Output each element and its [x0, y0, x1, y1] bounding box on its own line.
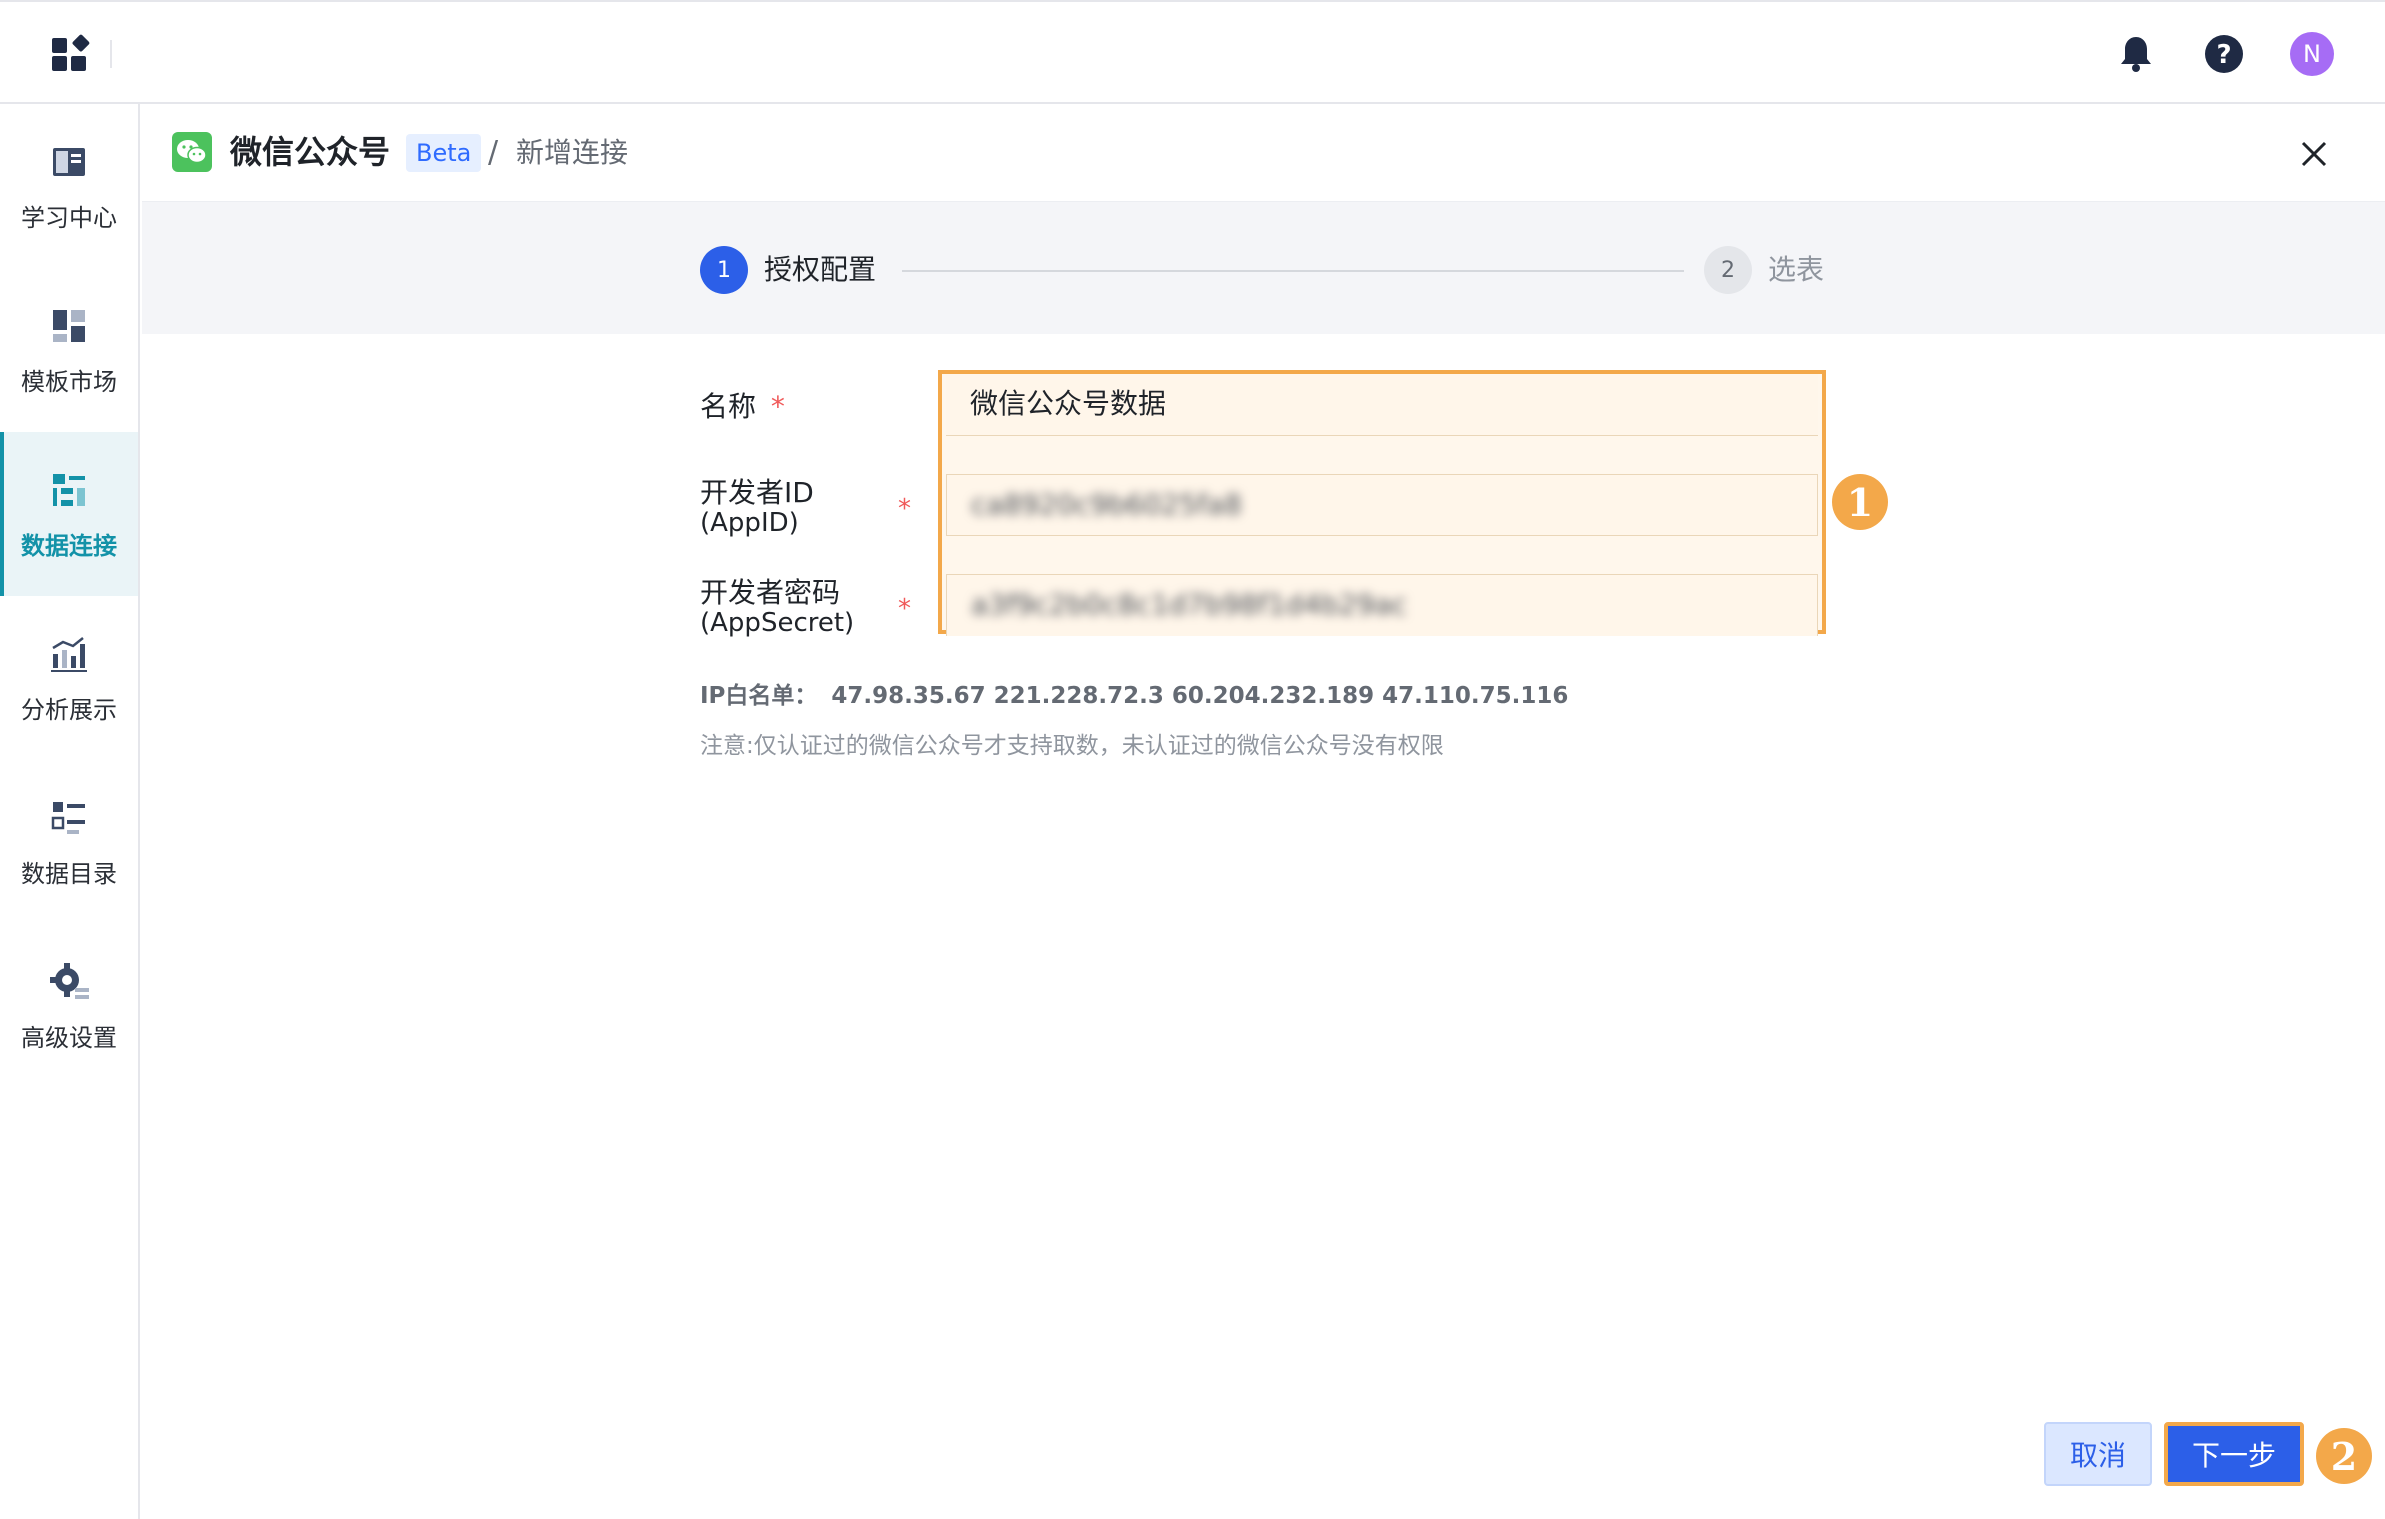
wechat-logo-icon	[172, 132, 212, 172]
avatar-letter: N	[2303, 40, 2321, 68]
sidebar: 学习中心 模板市场 数据连接 分析展示 数据目录 高级设置	[0, 104, 140, 1519]
sidebar-item-learning[interactable]: 学习中心	[0, 104, 138, 268]
annotation-badge-2: 2	[2316, 1428, 2372, 1484]
sidebar-item-label: 学习中心	[21, 203, 117, 232]
topbar-divider	[110, 40, 112, 68]
breadcrumb-current: 新增连接	[516, 136, 629, 169]
secret-label: 开发者密码 (AppSecret)	[700, 576, 855, 639]
secret-label-sub: (AppSecret)	[700, 608, 855, 638]
avatar[interactable]: N	[2290, 32, 2334, 76]
step-number: 1	[717, 257, 731, 283]
next-step-button[interactable]: 下一步	[2164, 1422, 2304, 1486]
credentials-highlight: 微信公众号数据 ca8920c9b6025fa8 a3f9c2b0c8c1d7b…	[938, 370, 1826, 636]
ip-whitelist: IP白名单： 47.98.35.67 221.228.72.3 60.204.23…	[700, 680, 1568, 712]
name-label-text: 名称	[700, 390, 757, 423]
settings-gear-icon	[50, 962, 89, 999]
secret-label-text: 开发者密码	[700, 576, 841, 609]
sidebar-item-label: 分析展示	[21, 695, 117, 724]
beta-badge: Beta	[406, 134, 482, 172]
note-text: 注意:仅认证过的微信公众号才支持取数，未认证过的微信公众号没有权限	[700, 733, 1444, 759]
notifications-button[interactable]	[2112, 30, 2160, 78]
step-1-indicator: 1	[700, 246, 748, 294]
sidebar-item-label: 模板市场	[21, 367, 117, 396]
catalog-icon	[51, 801, 85, 834]
top-bar: ? N	[0, 0, 2385, 104]
bell-icon	[2121, 37, 2151, 72]
step-number: 2	[1721, 257, 1735, 283]
sidebar-item-label: 数据连接	[21, 531, 117, 560]
sidebar-item-label: 高级设置	[21, 1023, 117, 1052]
sidebar-item-settings[interactable]: 高级设置	[0, 924, 138, 1088]
svg-text:?: ?	[2216, 40, 2231, 70]
name-input[interactable]: 微信公众号数据	[946, 374, 1818, 436]
appsecret-input[interactable]: a3f9c2b0c8c1d7b98f1d4b29ac	[946, 574, 1818, 636]
sidebar-item-data-connect[interactable]: 数据连接	[0, 432, 138, 596]
step-2-indicator: 2	[1704, 246, 1752, 294]
template-icon	[53, 309, 85, 342]
step-1-label: 授权配置	[764, 253, 877, 286]
required-mark: *	[898, 594, 911, 624]
analytics-icon	[51, 636, 87, 672]
breadcrumb-separator: /	[488, 135, 499, 170]
appid-value: ca8920c9b6025fa8	[971, 488, 1242, 521]
ip-whitelist-label: IP白名单：	[700, 683, 818, 709]
ip-whitelist-values: 47.98.35.67 221.228.72.3 60.204.232.189 …	[831, 683, 1569, 709]
annotation-badge-1: 1	[1832, 474, 1888, 530]
sidebar-item-analytics[interactable]: 分析展示	[0, 596, 138, 760]
appid-input[interactable]: ca8920c9b6025fa8	[946, 474, 1818, 536]
required-mark: *	[898, 494, 911, 524]
apps-grid-icon[interactable]	[50, 34, 90, 74]
question-circle-icon: ?	[2205, 35, 2243, 73]
name-label: 名称 *	[700, 392, 785, 422]
close-button[interactable]	[2296, 136, 2332, 172]
book-icon	[53, 147, 85, 176]
step-2-label: 选表	[1768, 253, 1825, 286]
appid-label: 开发者ID (AppID)	[700, 476, 814, 539]
help-button[interactable]: ?	[2200, 30, 2248, 78]
sidebar-item-catalog[interactable]: 数据目录	[0, 760, 138, 924]
data-connect-icon	[53, 473, 85, 506]
appsecret-value: a3f9c2b0c8c1d7b98f1d4b29ac	[971, 588, 1408, 621]
page-header: 微信公众号 Beta / 新增连接	[142, 104, 2385, 202]
cancel-button[interactable]: 取消	[2044, 1422, 2152, 1486]
step-connector	[902, 270, 1684, 272]
required-mark: *	[770, 390, 785, 423]
appid-label-sub: (AppID)	[700, 508, 799, 538]
appid-label-text: 开发者ID	[700, 476, 814, 509]
page-title: 微信公众号	[230, 133, 391, 171]
steps-bar: 1 授权配置 2 选表	[142, 202, 2385, 334]
sidebar-item-templates[interactable]: 模板市场	[0, 268, 138, 432]
close-icon	[2301, 141, 2327, 167]
sidebar-item-label: 数据目录	[21, 859, 117, 888]
